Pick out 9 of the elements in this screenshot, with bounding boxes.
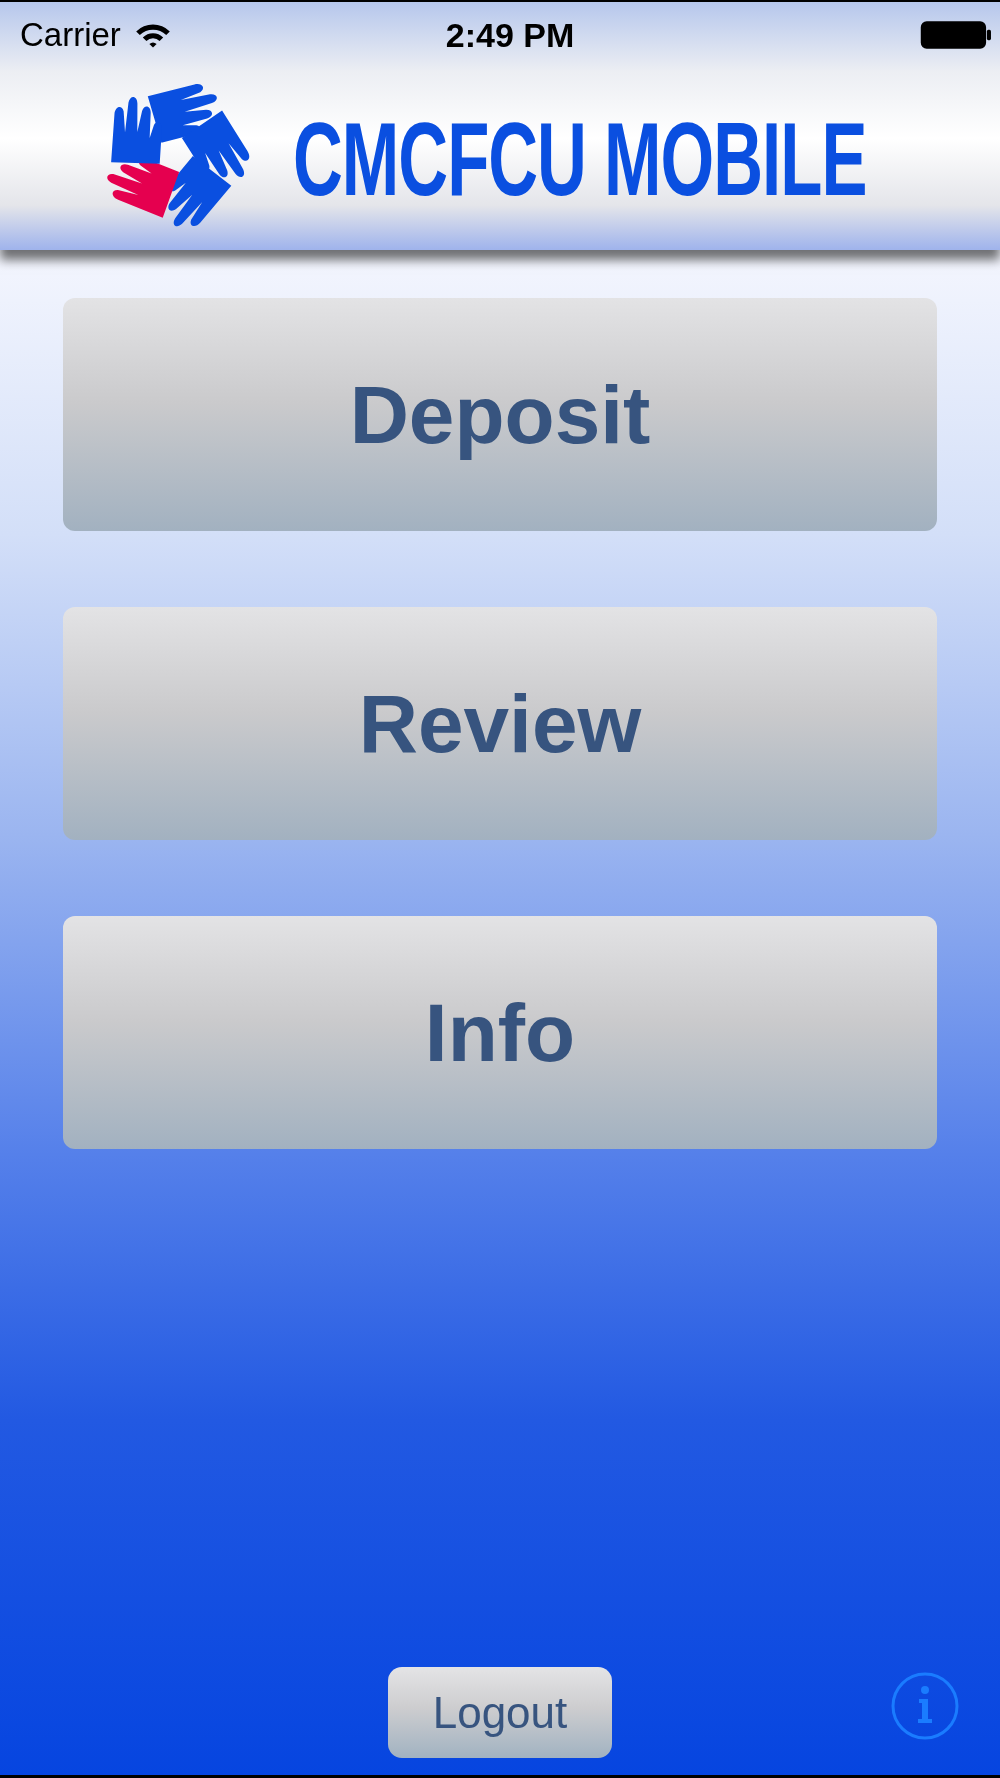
menu-button[interactable]: Info xyxy=(63,916,937,1149)
app-title: CMCFCU MOBILE xyxy=(293,100,867,219)
carrier-name: Carrier xyxy=(20,16,121,54)
battery-icon xyxy=(920,20,992,50)
menu-button[interactable]: Review xyxy=(63,607,937,840)
logout-button[interactable]: Logout xyxy=(388,1667,612,1758)
menu-button[interactable]: Deposit xyxy=(63,298,937,531)
info-icon[interactable] xyxy=(890,1671,960,1741)
status-time: 2:49 PM xyxy=(445,15,575,55)
